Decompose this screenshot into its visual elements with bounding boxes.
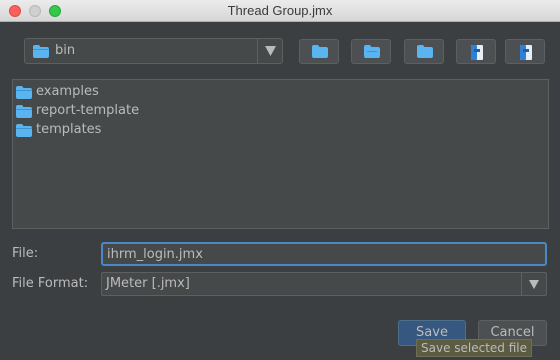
folder-icon [16, 86, 32, 99]
folder-icon [16, 105, 32, 118]
window-title: Thread Group.jmx [227, 3, 333, 18]
chevron-down-icon[interactable] [529, 280, 539, 289]
look-in-combo[interactable]: bin [24, 38, 283, 64]
file-name: examples [36, 84, 99, 99]
folder-icon [33, 45, 49, 58]
file-format-value: JMeter [.jmx] [106, 276, 190, 291]
file-label: File: [12, 246, 39, 261]
file-name: report-template [36, 103, 140, 118]
file-list[interactable]: examples report-template templates [12, 79, 549, 229]
details-view-icon [520, 45, 532, 60]
chevron-down-icon[interactable] [265, 46, 276, 56]
select-divider [521, 273, 522, 295]
save-tooltip: Save selected file [416, 339, 533, 357]
up-folder-button[interactable] [299, 39, 339, 64]
home-folder-button[interactable] [351, 39, 391, 64]
file-format-label: File Format: [12, 276, 89, 291]
home-folder-icon [364, 45, 380, 58]
details-view-button[interactable] [505, 39, 545, 64]
current-folder-label: bin [55, 43, 76, 58]
list-view-button[interactable] [456, 39, 496, 64]
new-folder-button[interactable] [404, 39, 444, 64]
file-name: templates [36, 122, 102, 137]
up-folder-icon [312, 45, 328, 58]
new-folder-icon [417, 45, 433, 58]
file-format-select[interactable]: JMeter [.jmx] [101, 272, 547, 296]
combo-divider [257, 39, 258, 63]
file-name-input[interactable] [101, 242, 547, 266]
title-bar: Thread Group.jmx [0, 0, 560, 22]
folder-icon [16, 124, 32, 137]
list-view-icon [471, 45, 483, 60]
